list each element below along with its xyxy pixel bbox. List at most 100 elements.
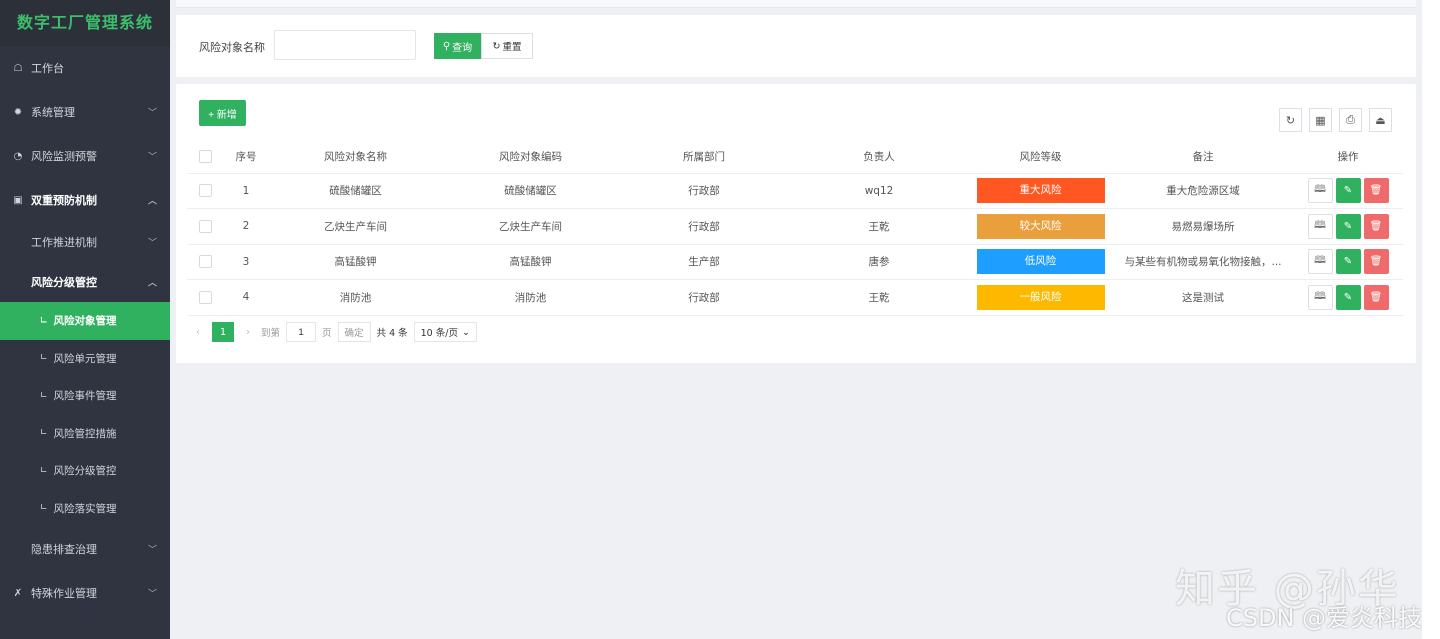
select-all-checkbox[interactable]: [199, 149, 212, 163]
sidebar-leaf-risk-object[interactable]: ∟ 风险对象管理: [0, 302, 170, 340]
cell-level: 较大风险: [968, 208, 1113, 245]
column-header: 操作: [1293, 140, 1403, 174]
cell-code: 乙炔生产车间: [443, 208, 618, 245]
page-size-value: 10 条/页: [420, 328, 458, 339]
cell-level: 一般风险: [968, 279, 1113, 316]
prev-page-icon[interactable]: ‹: [187, 322, 209, 342]
columns-icon[interactable]: ▦: [1309, 108, 1332, 132]
main-content: 风险对象名称 ⚲ 查询 ↻ 重置 + 新增 ↻ ▦ ⎙ ⏏ 序号 风险对象名称 …: [170, 0, 1422, 639]
delete-icon[interactable]: 🗑: [1363, 249, 1389, 275]
chevron-up-icon: ︿: [147, 278, 157, 289]
tool-icon: ✗: [13, 587, 23, 599]
sidebar-item-label: 特殊作业管理: [31, 587, 97, 600]
row-checkbox[interactable]: [199, 255, 212, 269]
edit-icon[interactable]: ✎: [1335, 284, 1361, 310]
row-select-cell: [187, 244, 224, 280]
sidebar-leaf-label: 风险分级管控: [53, 465, 117, 478]
sidebar-leaf-risk-unit[interactable]: ∟ 风险单元管理: [0, 340, 170, 378]
chevron-down-icon: ﹀: [147, 238, 157, 249]
search-panel: 风险对象名称 ⚲ 查询 ↻ 重置: [176, 15, 1416, 77]
reset-label: 重置: [502, 42, 522, 53]
cell-dept: 行政部: [618, 279, 790, 316]
sidebar-leaf-label: 风险事件管理: [53, 390, 117, 403]
branch-icon: ∟: [40, 390, 48, 401]
sidebar-leaf-label: 风险落实管理: [53, 502, 117, 515]
cell-note: 与某些有机物或易氧化物接触，...: [1113, 244, 1293, 280]
edit-icon[interactable]: ✎: [1335, 213, 1361, 239]
cell-index: 2: [224, 208, 268, 245]
table-panel: + 新增 ↻ ▦ ⎙ ⏏ 序号 风险对象名称 风险对象编码 所属部门 负责人 风…: [176, 84, 1416, 363]
chevron-up-icon: ︿: [147, 196, 157, 207]
row-checkbox[interactable]: [199, 184, 212, 198]
view-icon[interactable]: 🕮: [1307, 284, 1333, 310]
query-button[interactable]: ⚲ 查询: [434, 33, 481, 59]
cell-index: 4: [224, 279, 268, 316]
delete-icon[interactable]: 🗑: [1363, 178, 1389, 204]
cell-owner: 王乾: [790, 279, 968, 316]
cell-index: 1: [224, 173, 268, 209]
delete-icon[interactable]: 🗑: [1363, 284, 1389, 310]
add-button[interactable]: + 新增: [199, 100, 246, 126]
chevron-down-icon: ⌄: [461, 326, 470, 338]
sidebar-leaf-risk-grading[interactable]: ∟ 风险分级管控: [0, 452, 170, 490]
row-checkbox[interactable]: [199, 219, 212, 233]
select-all-cell: [187, 140, 224, 174]
sidebar-sub-hazard[interactable]: 隐患排查治理 ﹀: [0, 527, 170, 571]
view-icon[interactable]: 🕮: [1307, 213, 1333, 239]
edit-icon[interactable]: ✎: [1335, 178, 1361, 204]
export-icon[interactable]: ⏏: [1369, 108, 1392, 132]
chevron-down-icon: ﹀: [147, 152, 157, 163]
sidebar-item-workbench[interactable]: ☖ 工作台: [0, 46, 170, 90]
row-select-cell: [187, 279, 224, 316]
cell-code: 消防池: [443, 279, 618, 316]
refresh-icon[interactable]: ↻: [1279, 108, 1302, 132]
sidebar-sub-work-promotion[interactable]: 工作推进机制 ﹀: [0, 222, 170, 262]
sidebar-leaf-risk-implement[interactable]: ∟ 风险落实管理: [0, 490, 170, 528]
sidebar-sub-label: 工作推进机制: [31, 236, 97, 249]
row-checkbox[interactable]: [199, 290, 212, 304]
chevron-down-icon: ﹀: [147, 545, 157, 556]
sidebar-leaf-label: 风险单元管理: [53, 352, 117, 365]
sidebar-item-label: 双重预防机制: [31, 194, 97, 207]
sidebar-item-monitor[interactable]: ◔ 风险监测预警 ﹀: [0, 134, 170, 178]
cell-dept: 生产部: [618, 244, 790, 280]
page-unit-label: 页: [322, 328, 332, 339]
page-size-select[interactable]: 10 条/页 ⌄: [413, 322, 477, 342]
reset-button[interactable]: ↻ 重置: [481, 33, 533, 59]
sidebar-leaf-risk-measure[interactable]: ∟ 风险管控措施: [0, 415, 170, 453]
edit-icon[interactable]: ✎: [1335, 249, 1361, 275]
sidebar-sub-risk-control[interactable]: 风险分级管控 ︿: [0, 262, 170, 302]
cell-name: 硫酸储罐区: [268, 173, 443, 209]
sidebar-item-special-work[interactable]: ✗ 特殊作业管理 ﹀: [0, 571, 170, 615]
cell-level: 低风险: [968, 244, 1113, 280]
sidebar-leaf-risk-event[interactable]: ∟ 风险事件管理: [0, 377, 170, 415]
sidebar-item-dual-prevention[interactable]: ▣ 双重预防机制 ︿: [0, 178, 170, 222]
column-header: 所属部门: [618, 140, 790, 174]
app-logo: 数字工厂管理系统: [0, 0, 170, 46]
view-icon[interactable]: 🕮: [1307, 249, 1333, 275]
sidebar-sub-label: 风险分级管控: [31, 276, 97, 289]
chevron-down-icon: ﹀: [147, 589, 157, 600]
page-number-input[interactable]: [286, 322, 317, 342]
confirm-page-button[interactable]: 确定: [337, 322, 371, 342]
cell-actions: 🕮 ✎ 🗑: [1293, 173, 1403, 209]
cell-note: 这是测试: [1113, 279, 1293, 316]
shield-icon: ▣: [13, 194, 23, 206]
risk-object-name-input[interactable]: [274, 30, 416, 60]
tab-strip: [176, 0, 1416, 8]
branch-icon: ∟: [40, 503, 48, 514]
table-row: 3 高锰酸钾 高锰酸钾 生产部 唐参 低风险 与某些有机物或易氧化物接触，...…: [187, 244, 1403, 280]
sidebar-leaf-label: 风险管控措施: [53, 427, 117, 440]
sidebar-item-system[interactable]: ✹ 系统管理 ﹀: [0, 90, 170, 134]
delete-icon[interactable]: 🗑: [1363, 213, 1389, 239]
cell-owner: 唐参: [790, 244, 968, 280]
current-page[interactable]: 1: [212, 322, 234, 342]
print-icon[interactable]: ⎙: [1339, 108, 1362, 132]
sidebar-item-label: 风险监测预警: [31, 150, 97, 163]
cell-dept: 行政部: [618, 208, 790, 245]
cell-note: 易燃易爆场所: [1113, 208, 1293, 245]
next-page-icon[interactable]: ›: [237, 322, 259, 342]
view-icon[interactable]: 🕮: [1307, 178, 1333, 204]
column-header: 负责人: [790, 140, 968, 174]
search-label: 风险对象名称: [199, 41, 265, 54]
